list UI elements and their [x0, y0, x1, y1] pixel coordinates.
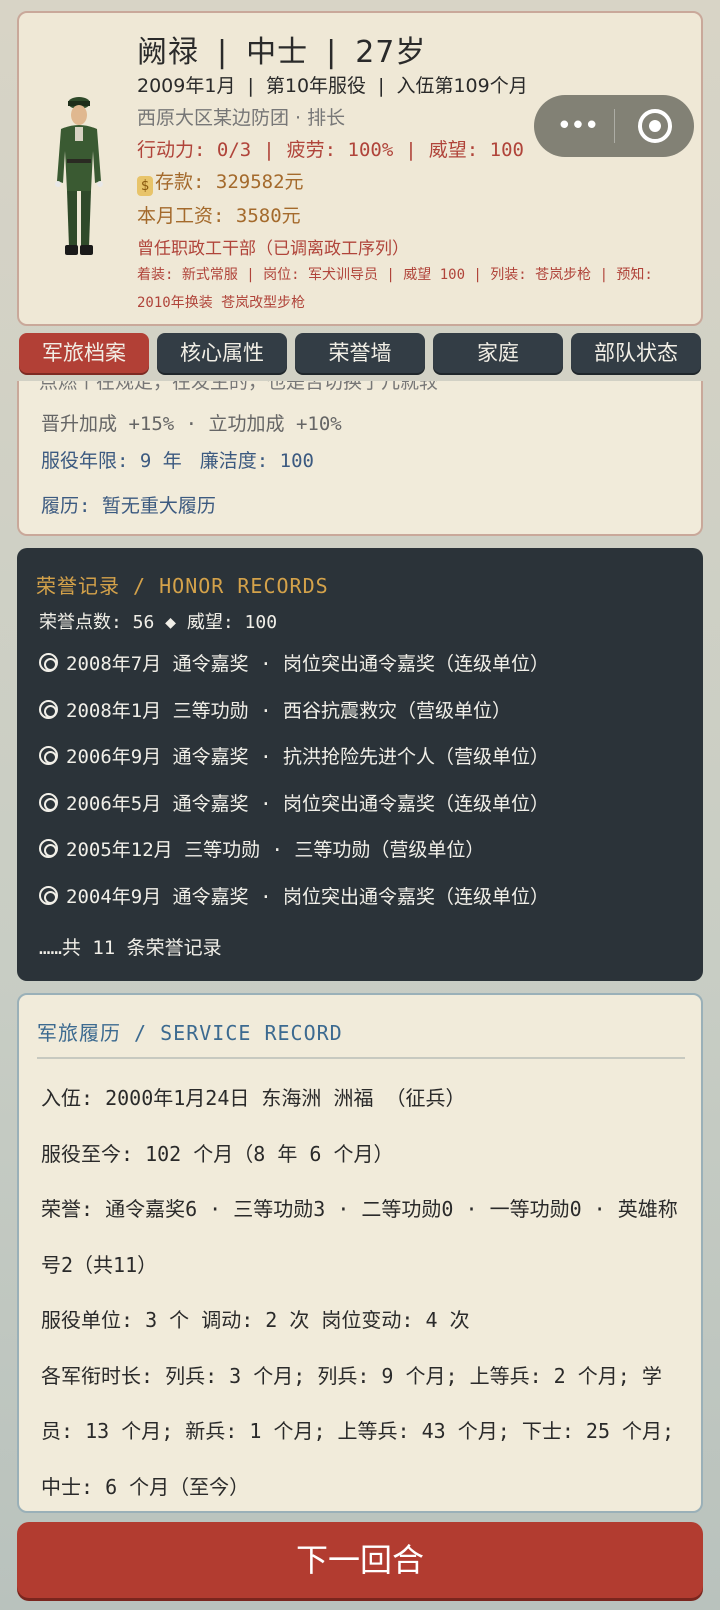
more-dots-icon[interactable]: •••	[554, 111, 600, 141]
honor-item: 2008年7月 通令嘉奖 · 岗位突出通令嘉奖（连级单位）	[39, 650, 689, 697]
honor-text: 2005年12月 三等功勋 · 三等功勋（营级单位）	[66, 839, 485, 861]
tab-bar: 军旅档案 核心属性 荣誉墙 家庭 部队状态	[19, 333, 701, 373]
tab-honor-wall[interactable]: 荣誉墙	[295, 333, 425, 373]
honor-item: 2006年5月 通令嘉奖 · 岗位突出通令嘉奖（连级单位）	[39, 790, 689, 837]
honor-item: 2005年12月 三等功勋 · 三等功勋（营级单位）	[39, 836, 689, 883]
honor-title: 荣誉记录 / HONOR RECORDS	[36, 574, 329, 598]
medal-icon	[39, 885, 58, 905]
coin-icon: $	[137, 176, 153, 196]
next-turn-button[interactable]: 下一回合	[17, 1522, 703, 1598]
medal-icon	[39, 653, 58, 672]
tab-military-archive[interactable]: 军旅档案	[19, 333, 149, 373]
honors-summary: 荣誉: 通令嘉奖6 · 三等功勋3 · 二等功勋0 · 一等功勋0 · 英雄称号…	[41, 1197, 678, 1277]
medal-icon	[39, 839, 58, 858]
miniapp-capsule: •••	[534, 95, 694, 157]
unit-line: 西原大区某边防团 · 排长	[137, 107, 346, 129]
honor-more: ……共 11 条荣誉记录	[39, 937, 222, 959]
bonus-line: 晋升加成 +15% · 立功加成 +10%	[41, 413, 342, 435]
honor-summary: 荣誉点数: 56 ◆ 威望: 100	[39, 612, 278, 633]
enlist-month: 入伍第109个月	[396, 75, 528, 97]
tab-family[interactable]: 家庭	[433, 333, 563, 373]
medal-icon	[39, 699, 58, 719]
savings-value: 存款: 329582元	[155, 171, 304, 193]
former-post: 曾任职政工干部（已调离政工序列）	[137, 239, 409, 259]
divider	[37, 1057, 685, 1059]
honor-text: 2004年9月 通令嘉奖 · 岗位突出通令嘉奖（连级单位）	[66, 885, 549, 908]
enlist-info: 入伍: 2000年1月24日 东海洲 洲福 （征兵）	[41, 1086, 466, 1110]
service-body: 入伍: 2000年1月24日 东海洲 洲福 （征兵） 服役至今: 102 个月（…	[41, 1071, 681, 1515]
capsule-divider	[614, 109, 615, 143]
profile-card: 阙禄 | 中士 | 27岁 2009年1月 | 第10年服役 | 入伍第109个月 西原大区某边…	[17, 11, 703, 326]
action-points: 行动力: 0/3	[137, 139, 252, 161]
honor-text: 2008年7月 通令嘉奖 · 岗位突出通令嘉奖（连级单位）	[66, 653, 549, 675]
years-line: 服役年限: 9 年廉洁度: 100	[41, 446, 314, 473]
target-close-icon[interactable]	[638, 109, 672, 143]
archive-panel: 点燃个在规定，在发生的，也是否切换了几就较 晋升加成 +15% · 立功加成 +…	[17, 381, 703, 536]
medal-icon	[39, 792, 58, 812]
soldier-rank: 中士	[246, 35, 309, 70]
equipment-line: 着装: 新式常服 | 岗位: 军犬训导员 | 威望 100 | 列装: 苍岚步枪…	[137, 267, 653, 311]
service-year: 第10年服役	[265, 75, 367, 97]
service-years: 服役年限: 9 年	[41, 450, 182, 472]
honor-item: 2004年9月 通令嘉奖 · 岗位突出通令嘉奖（连级单位）	[39, 883, 689, 930]
honor-item: 2006年9月 通令嘉奖 · 抗洪抢险先进个人（营级单位）	[39, 743, 689, 790]
honor-text: 2006年9月 通令嘉奖 · 抗洪抢险先进个人（营级单位）	[66, 746, 549, 768]
honor-item: 2008年1月 三等功勋 · 西谷抗震救灾（营级单位）	[39, 697, 689, 744]
current-date: 2009年1月	[137, 75, 236, 97]
honor-text: 2008年1月 三等功勋 · 西谷抗震救灾（营级单位）	[66, 699, 511, 722]
service-title: 军旅履历 / SERVICE RECORD	[37, 1021, 343, 1045]
stats-line: 行动力: 0/3 | 疲劳: 100% | 威望: 100	[137, 139, 524, 161]
medal-icon	[39, 746, 58, 765]
fatigue: 疲劳: 100%	[286, 139, 394, 161]
name-line: 阙禄 | 中士 | 27岁	[137, 35, 427, 70]
soldier-avatar	[55, 97, 103, 255]
meta-line: 2009年1月 | 第10年服役 | 入伍第109个月	[137, 75, 528, 97]
integrity: 廉洁度: 100	[199, 450, 314, 472]
salary-line: 本月工资: 3580元	[137, 205, 301, 227]
clipped-text: 点燃个在规定，在发生的，也是否切换了几就较	[39, 381, 439, 393]
resume-line: 履历: 暂无重大履历	[41, 495, 216, 517]
honor-text: 2006年5月 通令嘉奖 · 岗位突出通令嘉奖（连级单位）	[66, 792, 549, 815]
tab-core-attributes[interactable]: 核心属性	[157, 333, 287, 373]
units-summary: 服役单位: 3 个 调动: 2 次 岗位变动: 4 次	[41, 1308, 470, 1332]
soldier-name: 阙禄	[137, 35, 199, 70]
honor-list: 2008年7月 通令嘉奖 · 岗位突出通令嘉奖（连级单位） 2008年1月 三等…	[39, 650, 689, 929]
rank-durations: 各军衔时长: 列兵: 3 个月; 列兵: 9 个月; 上等兵: 2 个月; 学员…	[41, 1363, 675, 1499]
tab-unit-status[interactable]: 部队状态	[571, 333, 701, 373]
savings-line: $ 存款: 329582元	[137, 167, 304, 196]
service-record-card: 军旅履历 / SERVICE RECORD 入伍: 2000年1月24日 东海洲…	[17, 993, 703, 1513]
honor-records-card: 荣誉记录 / HONOR RECORDS 荣誉点数: 56 ◆ 威望: 100 …	[17, 548, 703, 981]
prestige: 威望: 100	[428, 139, 524, 161]
service-duration: 服役至今: 102 个月（8 年 6 个月）	[41, 1141, 394, 1166]
soldier-age: 27岁	[355, 35, 427, 70]
